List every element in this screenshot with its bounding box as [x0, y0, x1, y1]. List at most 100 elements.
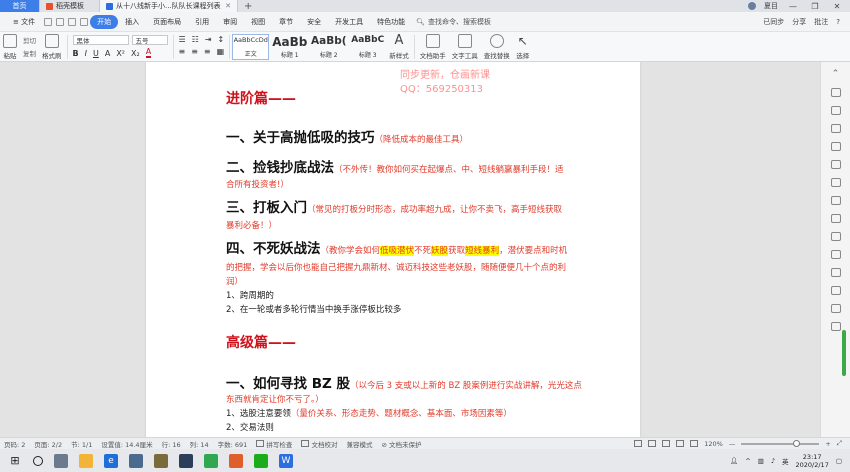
font-size-select[interactable]: 五号	[131, 35, 168, 45]
tab-review[interactable]: 审阅	[216, 17, 244, 27]
file-explorer-icon[interactable]	[79, 453, 93, 468]
indent-icon[interactable]: ⇥	[205, 35, 212, 44]
search-icon[interactable]	[33, 455, 43, 466]
maximize-button[interactable]: ❐	[808, 2, 822, 11]
tab-close-icon[interactable]: ✕	[225, 2, 231, 10]
subscript-icon[interactable]: X₂	[131, 49, 140, 58]
app-icon-1[interactable]	[129, 453, 143, 468]
wechat-icon[interactable]	[254, 453, 268, 468]
font-color-icon[interactable]: A	[145, 48, 152, 58]
italic-icon[interactable]: I	[85, 49, 87, 58]
wps-writer-icon[interactable]: W	[279, 453, 293, 468]
help-icon[interactable]: ?	[836, 18, 840, 26]
style-heading-1[interactable]: AaBb 标题 1	[271, 34, 308, 60]
network-icon[interactable]: ▥	[758, 457, 764, 465]
tab-features[interactable]: 特色功能	[370, 17, 412, 27]
underline-icon[interactable]: U	[93, 49, 99, 58]
find-replace-button[interactable]: 查找替换	[481, 32, 513, 62]
format-painter-button[interactable]: 格式刷	[39, 32, 65, 62]
fullscreen-icon[interactable]: ⤢	[837, 439, 842, 448]
font-name-select[interactable]: 黑体	[72, 35, 129, 45]
borders-icon[interactable]: ▦	[217, 47, 225, 56]
edge-browser-icon[interactable]: e	[104, 453, 118, 468]
tab-references[interactable]: 引用	[188, 17, 216, 27]
style-normal[interactable]: AaBbCcDd 正文	[232, 34, 270, 60]
numbering-icon[interactable]: ☷	[192, 35, 199, 44]
tab-page-layout[interactable]: 页面布局	[146, 17, 188, 27]
document-page[interactable]: 同步更新，仓画新课 QQ：569250313 进阶篇—— 一、关于高抛低吸的技巧…	[146, 62, 640, 437]
proofread-button[interactable]: 文档校对	[301, 439, 337, 449]
tab-docer-templates[interactable]: 稻壳模板	[40, 0, 100, 12]
windows-start-icon[interactable]: ⊞	[8, 454, 22, 468]
location-icon[interactable]	[830, 124, 841, 133]
image-icon[interactable]	[830, 286, 841, 295]
sort-icon[interactable]: ↕	[218, 35, 225, 44]
app-icon-2[interactable]	[154, 453, 168, 468]
collapse-arrow-icon[interactable]: ⌃	[831, 70, 841, 79]
user-name[interactable]: 夏目	[764, 1, 778, 11]
star-icon[interactable]	[830, 322, 841, 331]
clock[interactable]: 23:17 2020/2/17	[796, 453, 829, 469]
superscript-icon[interactable]: X²	[116, 49, 125, 58]
print-icon[interactable]	[56, 17, 65, 26]
ime-indicator[interactable]: 英	[782, 456, 789, 466]
volume-icon[interactable]: ♪	[771, 457, 775, 465]
scrollbar-thumb[interactable]	[842, 330, 846, 376]
copy-button[interactable]: 复制	[23, 48, 36, 58]
chart-icon[interactable]	[830, 196, 841, 205]
tab-developer[interactable]: 开发工具	[328, 17, 370, 27]
document-icon[interactable]	[830, 142, 841, 151]
text-tools-button[interactable]: 文字工具	[449, 32, 481, 62]
reading-mode-icon[interactable]	[676, 440, 685, 447]
app-icon-3[interactable]	[179, 453, 193, 468]
close-button[interactable]: ✕	[830, 2, 844, 11]
tab-chapter[interactable]: 章节	[272, 17, 300, 27]
new-style-button[interactable]: A 新样式	[386, 32, 412, 62]
align-center-icon[interactable]: ≡	[191, 47, 198, 56]
task-view-icon[interactable]	[54, 453, 68, 468]
comment-button[interactable]: 批注	[814, 17, 828, 27]
align-left-icon[interactable]: ≡	[179, 47, 186, 56]
tab-security[interactable]: 安全	[300, 17, 328, 27]
tab-document[interactable]: 从十八线新手小...队队长课程列表 ✕	[100, 0, 238, 12]
view-mode-icon[interactable]	[634, 440, 643, 447]
spell-check-button[interactable]: 拼写检查	[256, 439, 292, 449]
select-tool-icon[interactable]	[830, 88, 841, 97]
protect-status[interactable]: ⊘ 文档未保护	[381, 439, 421, 449]
people-icon[interactable]: 👤︎	[730, 457, 738, 465]
tray-chevron-icon[interactable]: ^	[745, 457, 750, 465]
command-search[interactable]: 🔍︎ 查找命令、搜索模板	[412, 17, 491, 27]
style-heading-3[interactable]: AaBbC 标题 3	[349, 34, 386, 60]
edit-icon[interactable]	[830, 250, 841, 259]
book-icon[interactable]	[830, 214, 841, 223]
select-button[interactable]: ↖ 选择	[513, 32, 533, 62]
zoom-slider-knob[interactable]	[793, 439, 801, 447]
tab-insert[interactable]: 插入	[118, 17, 146, 27]
cut-button[interactable]: 剪切	[23, 35, 36, 45]
web-layout-icon[interactable]	[648, 440, 657, 447]
settings-icon[interactable]	[830, 304, 841, 313]
status-words[interactable]: 字数: 691	[218, 439, 248, 449]
new-tab-button[interactable]: +	[238, 0, 258, 12]
zoom-in-icon[interactable]: +	[825, 440, 830, 448]
notifications-icon[interactable]: ▢	[836, 457, 842, 465]
zoom-level[interactable]: 120%	[704, 440, 723, 448]
paste-button[interactable]: 粘贴	[0, 32, 20, 62]
writing-assistant-button[interactable]: 文档助手	[417, 32, 449, 62]
redo-icon[interactable]	[80, 17, 89, 26]
style-heading-2[interactable]: AaBb( 标题 2	[310, 34, 347, 60]
outline-icon[interactable]	[662, 440, 671, 447]
menu-file[interactable]: ≡ 文件	[6, 17, 42, 27]
sync-status[interactable]: 已同步	[763, 17, 784, 27]
strikethrough-icon[interactable]: A	[105, 49, 110, 58]
tab-view[interactable]: 视图	[244, 17, 272, 27]
share-button[interactable]: 分享	[792, 17, 806, 27]
bold-icon[interactable]: B	[73, 49, 79, 58]
list-icon[interactable]	[830, 268, 841, 277]
grid-icon[interactable]	[830, 178, 841, 187]
table-icon[interactable]	[830, 160, 841, 169]
globe-icon[interactable]	[690, 440, 699, 447]
tab-start[interactable]: 开始	[90, 14, 119, 29]
tab-home[interactable]: 首页	[0, 0, 40, 12]
app-icon-5[interactable]	[229, 453, 243, 468]
